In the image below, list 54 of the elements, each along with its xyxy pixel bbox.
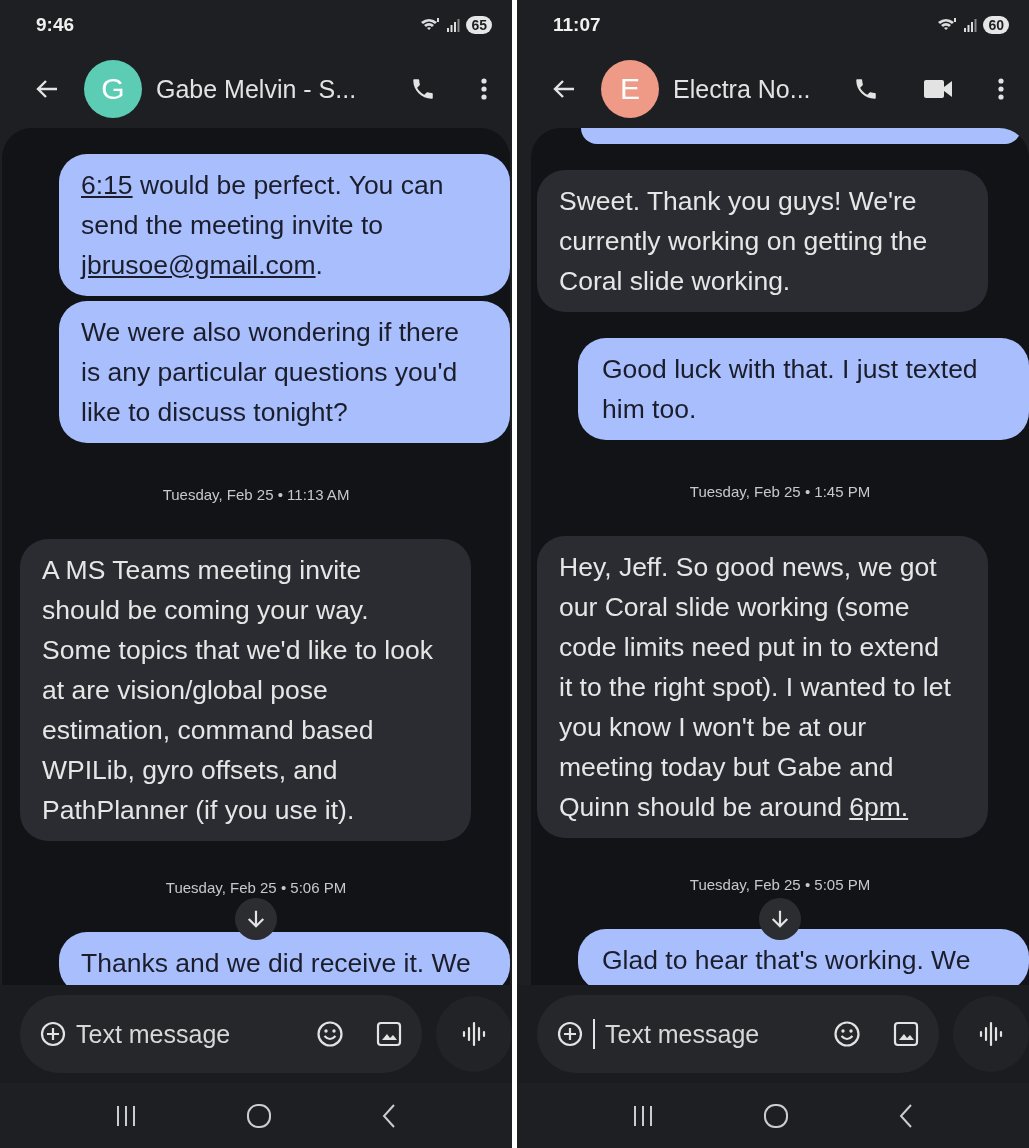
recents-icon[interactable]	[631, 1103, 654, 1128]
timestamp: Tuesday, Feb 25 • 1:45 PM	[689, 483, 871, 500]
add-icon[interactable]	[557, 1021, 583, 1047]
signal-icon	[446, 18, 461, 32]
composer-bar[interactable]: Text message	[537, 995, 939, 1073]
waveform-icon	[462, 1021, 486, 1047]
status-time: 11:07	[553, 14, 601, 36]
message-bubble[interactable]: 6:15 would be perfect. You can send the meeting invite to jbrusoe@gmail.com.	[59, 154, 510, 296]
signal-icon	[963, 18, 978, 32]
add-icon[interactable]	[40, 1021, 66, 1047]
message-bubble[interactable]: Glad to hear that's working. We	[578, 929, 1029, 985]
arrow-down-icon	[770, 909, 790, 929]
image-icon[interactable]	[893, 1021, 919, 1047]
scroll-down-button[interactable]	[235, 898, 277, 940]
image-icon[interactable]	[376, 1021, 402, 1047]
status-time: 9:46	[36, 14, 75, 36]
message-bubble[interactable]: Sweet. Thank you guys! We're currently working on getting the Coral slide working.	[537, 170, 988, 312]
timestamp: Tuesday, Feb 25 • 11:13 AM	[162, 486, 350, 503]
scroll-down-button[interactable]	[759, 898, 801, 940]
more-icon[interactable]	[480, 77, 488, 101]
battery-level: 60	[983, 16, 1009, 34]
back-nav-icon[interactable]	[381, 1102, 398, 1129]
waveform-icon	[979, 1021, 1003, 1047]
arrow-down-icon	[246, 909, 266, 929]
wifi-icon	[420, 17, 441, 33]
video-camera-icon[interactable]	[923, 78, 953, 100]
back-icon[interactable]	[36, 79, 58, 99]
recents-icon[interactable]	[114, 1103, 137, 1128]
emoji-icon[interactable]	[316, 1020, 344, 1048]
emoji-icon[interactable]	[833, 1020, 861, 1048]
message-bubble[interactable]: Good luck with that. I just texted him too.	[578, 338, 1029, 440]
timestamp: Tuesday, Feb 25 • 5:06 PM	[165, 879, 347, 896]
message-field[interactable]: Text message	[605, 1019, 823, 1049]
contact-name[interactable]: Electra No...	[673, 74, 811, 104]
phone-icon[interactable]	[410, 76, 436, 102]
message-bubble[interactable]: Thanks and we did receive it. We	[59, 932, 510, 985]
wifi-icon	[937, 17, 958, 33]
home-icon[interactable]	[246, 1102, 272, 1129]
composer-bar[interactable]: Text message	[20, 995, 422, 1073]
contact-name[interactable]: Gabe Melvin - S...	[156, 74, 357, 104]
back-icon[interactable]	[553, 79, 575, 99]
more-icon[interactable]	[997, 77, 1005, 101]
message-field[interactable]: Text message	[76, 1019, 306, 1049]
link[interactable]: 6pm.	[849, 792, 909, 822]
message-bubble[interactable]: A MS Teams meeting invite should be coming your way. Some topics that we'd like to look at are vision/global pose estimation, command based WPILib, gyro offsets, and PathPlanner (if you use it).	[20, 539, 471, 841]
battery-level: 65	[466, 16, 492, 34]
link[interactable]: jbrusoe@gmail.com	[81, 250, 316, 280]
link[interactable]: 6:15	[81, 170, 133, 200]
home-icon[interactable]	[763, 1102, 789, 1129]
message-bubble[interactable]: Hey, Jeff. So good news, we got our Coral slide working (some code limits need put in to extend it to the right spot). I wanted to let you know I won't be at our meeting today but Gabe and Quinn should be around 6pm.	[537, 536, 988, 838]
phone-icon[interactable]	[853, 76, 879, 102]
message-bubble[interactable]: We were also wondering if there is any particular questions you'd like to discuss tonight?	[59, 301, 510, 443]
timestamp: Tuesday, Feb 25 • 5:05 PM	[689, 876, 871, 893]
back-nav-icon[interactable]	[898, 1102, 915, 1129]
